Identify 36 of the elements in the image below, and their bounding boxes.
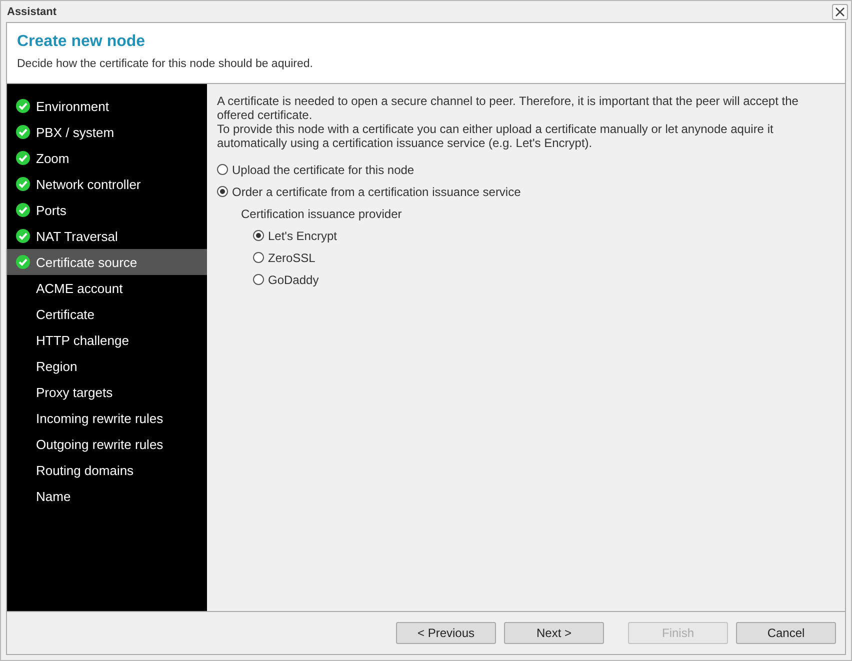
step-item[interactable]: Network controller xyxy=(7,171,207,197)
step-item[interactable]: Certificate xyxy=(7,301,207,327)
step-item[interactable]: Ports xyxy=(7,197,207,223)
step-item[interactable]: ACME account xyxy=(7,275,207,301)
provider-option[interactable]: ZeroSSL xyxy=(253,251,835,264)
step-item[interactable]: Outgoing rewrite rules xyxy=(7,431,207,457)
step-item[interactable]: Environment xyxy=(7,93,207,119)
step-item[interactable]: Name xyxy=(7,483,207,509)
provider-option[interactable]: Let's Encrypt xyxy=(253,229,835,242)
step-item[interactable]: PBX / system xyxy=(7,119,207,145)
radio-button[interactable] xyxy=(253,252,264,263)
radio-button[interactable] xyxy=(217,186,228,197)
provider-option[interactable]: GoDaddy xyxy=(253,273,835,286)
step-item[interactable]: Incoming rewrite rules xyxy=(7,405,207,431)
close-icon xyxy=(835,6,845,16)
intro-text: A certificate is needed to open a secure channel to peer. Therefore, it is important that the peer will accept the offered certificate. To provide this node with a certificate you can either upload a certificate manually or let anynode aquire it automatically using a certification issuance service (e.g. Let's Encrypt). xyxy=(217,94,800,150)
step-item[interactable]: Routing domains xyxy=(7,457,207,483)
step-item[interactable]: HTTP challenge xyxy=(7,327,207,353)
step-item[interactable]: Proxy targets xyxy=(7,379,207,405)
radio-button[interactable] xyxy=(217,164,228,175)
page-subtitle: Decide how the certificate for this node should be aquired. xyxy=(17,58,314,70)
close-button[interactable] xyxy=(832,4,848,20)
page-title: Create new node xyxy=(17,33,146,51)
source-option[interactable]: Order a certificate from a certification issuance service xyxy=(217,185,835,198)
step-item[interactable]: Certificate source xyxy=(7,249,207,275)
step-item[interactable]: Zoom xyxy=(7,145,207,171)
provider-label: Certification issuance provider xyxy=(241,207,403,221)
radio-button[interactable] xyxy=(253,274,264,285)
step-item[interactable]: Region xyxy=(7,353,207,379)
source-option[interactable]: Upload the certificate for this node xyxy=(217,163,835,176)
step-item[interactable]: NAT Traversal xyxy=(7,223,207,249)
wizard-button[interactable]: < Previous xyxy=(396,622,496,644)
radio-button[interactable] xyxy=(253,230,264,241)
window-title: Assistant xyxy=(7,6,57,18)
wizard-button[interactable]: Cancel xyxy=(736,622,836,644)
wizard-button[interactable]: Next > xyxy=(504,622,604,644)
